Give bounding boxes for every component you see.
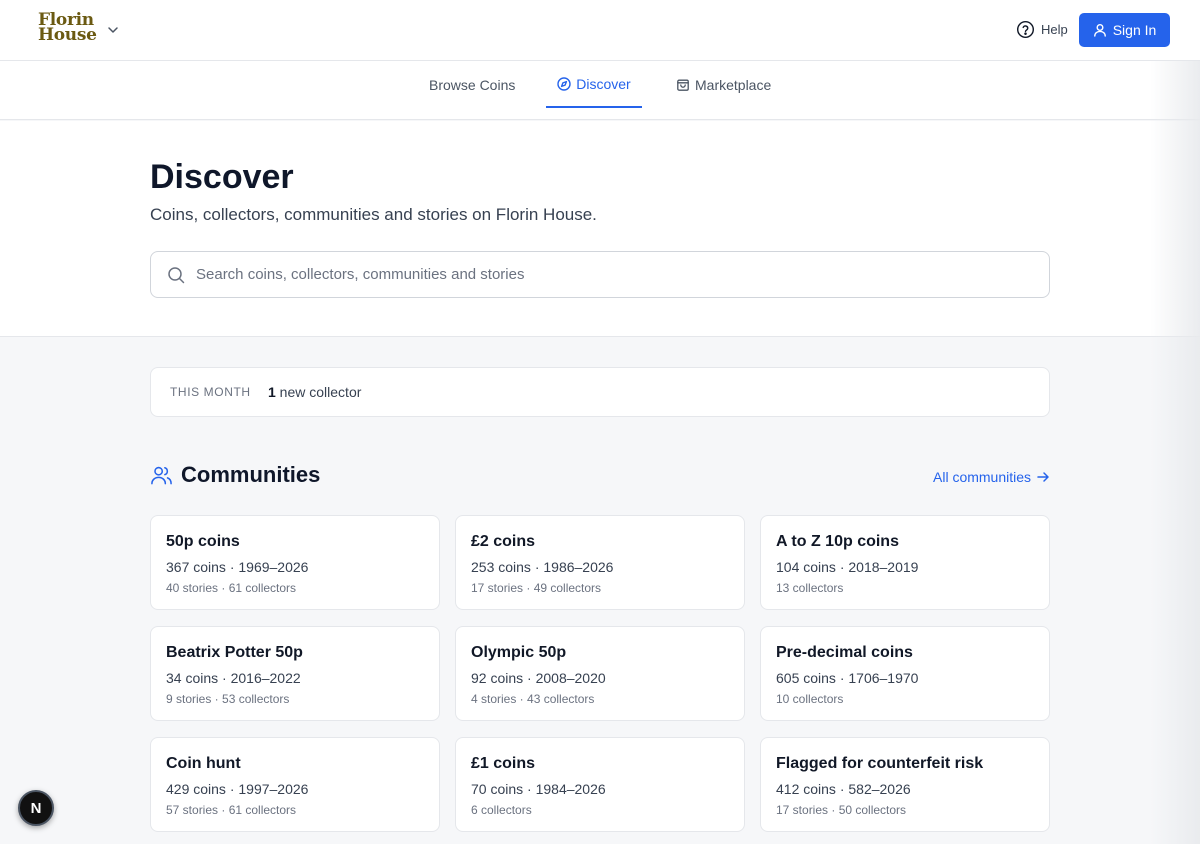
sign-in-button[interactable]: Sign In	[1079, 13, 1170, 47]
help-circle-icon	[1016, 20, 1035, 39]
user-icon	[1093, 24, 1106, 37]
compass-icon	[557, 76, 571, 91]
new-collector-count: 1	[268, 384, 276, 400]
community-card[interactable]: A to Z 10p coins 104 coins · 2018–2019 1…	[760, 515, 1050, 610]
community-card[interactable]: 50p coins 367 coins · 1969–2026 40 stori…	[150, 515, 440, 610]
community-card[interactable]: Beatrix Potter 50p 34 coins · 2016–2022 …	[150, 626, 440, 721]
communities-title: Communities	[181, 462, 321, 487]
tab-discover[interactable]: Discover	[546, 61, 642, 108]
top-header: Florin House Help Sign In	[0, 0, 1200, 61]
community-title: 50p coins	[166, 533, 240, 550]
dev-tools-badge[interactable]: N	[18, 790, 54, 826]
community-card[interactable]: Pre-decimal coins 605 coins · 1706–1970 …	[760, 626, 1050, 721]
search-input[interactable]	[196, 252, 1036, 297]
all-communities-link[interactable]: All communities	[933, 469, 1050, 485]
community-title: Olympic 50p	[471, 644, 567, 661]
community-card[interactable]: £1 coins 70 coins · 1984–2026 6 collecto…	[455, 737, 745, 832]
monthly-stats-bar: THIS MONTH 1 new collector	[150, 367, 1050, 417]
community-card[interactable]: £2 coins 253 coins · 1986–2026 17 storie…	[455, 515, 745, 610]
community-stats: 6 collectors	[471, 803, 532, 817]
tab-discover-label: Discover	[576, 75, 631, 92]
community-stats: 10 collectors	[776, 692, 844, 706]
community-stats: 9 stories · 53 collectors	[166, 692, 290, 706]
community-stats: 57 stories · 61 collectors	[166, 803, 297, 817]
community-stats: 17 stories · 50 collectors	[776, 803, 907, 817]
community-title: Flagged for counterfeit risk	[776, 755, 984, 772]
dev-tools-badge-letter: N	[30, 799, 42, 817]
community-meta: 605 coins · 1706–1970	[776, 670, 919, 686]
community-title: Coin hunt	[166, 755, 241, 772]
community-meta: 253 coins · 1986–2026	[471, 559, 614, 575]
logo-line-2: House	[38, 25, 97, 45]
community-title: Beatrix Potter 50p	[166, 644, 303, 661]
tab-marketplace[interactable]: Marketplace	[676, 61, 771, 108]
community-meta: 412 coins · 582–2026	[776, 781, 911, 797]
community-stats: 40 stories · 61 collectors	[166, 581, 297, 595]
discover-hero: Discover Coins, collectors, communities …	[0, 121, 1200, 337]
community-meta: 34 coins · 2016–2022	[166, 670, 301, 686]
help-link[interactable]: Help	[1016, 20, 1068, 39]
communities-heading: Communities	[150, 462, 320, 488]
community-stats: 13 collectors	[776, 581, 844, 595]
stats-value: 1 new collector	[268, 384, 361, 400]
page-title: Discover	[150, 158, 294, 196]
help-label: Help	[1041, 22, 1068, 37]
community-meta: 429 coins · 1997–2026	[166, 781, 309, 797]
users-icon	[151, 466, 172, 484]
community-stats: 4 stories · 43 collectors	[471, 692, 595, 706]
shopping-bag-icon	[677, 79, 689, 91]
sign-in-label: Sign In	[1112, 22, 1157, 38]
community-meta: 104 coins · 2018–2019	[776, 559, 919, 575]
community-title: £1 coins	[471, 755, 536, 772]
tab-browse-coins-label: Browse Coins	[429, 76, 516, 93]
arrow-right-icon	[1037, 472, 1049, 482]
community-title: £2 coins	[471, 533, 536, 550]
main-nav: Browse Coins Discover Marketplace	[0, 61, 1200, 120]
new-collector-text: new collector	[275, 384, 362, 400]
community-meta: 92 coins · 2008–2020	[471, 670, 606, 686]
chevron-down-icon[interactable]	[106, 23, 120, 37]
florin-house-logo[interactable]: Florin House	[38, 12, 97, 45]
community-title: Pre-decimal coins	[776, 644, 913, 661]
community-card[interactable]: Olympic 50p 92 coins · 2008–2020 4 stori…	[455, 626, 745, 721]
community-stats: 17 stories · 49 collectors	[471, 581, 602, 595]
community-card[interactable]: Coin hunt 429 coins · 1997–2026 57 stori…	[150, 737, 440, 832]
communities-grid: 50p coins 367 coins · 1969–2026 40 stori…	[150, 515, 1050, 832]
all-communities-label: All communities	[933, 469, 1032, 485]
community-card[interactable]: Flagged for counterfeit risk 412 coins ·…	[760, 737, 1050, 832]
community-title: A to Z 10p coins	[776, 533, 899, 550]
tab-browse-coins[interactable]: Browse Coins	[429, 61, 515, 108]
tab-marketplace-label: Marketplace	[695, 76, 772, 93]
search-box[interactable]	[150, 251, 1050, 298]
stats-period-label: THIS MONTH	[170, 385, 251, 399]
search-icon	[168, 267, 185, 284]
page-subtitle: Coins, collectors, communities and stori…	[150, 205, 597, 224]
community-meta: 70 coins · 1984–2026	[471, 781, 606, 797]
community-meta: 367 coins · 1969–2026	[166, 559, 309, 575]
